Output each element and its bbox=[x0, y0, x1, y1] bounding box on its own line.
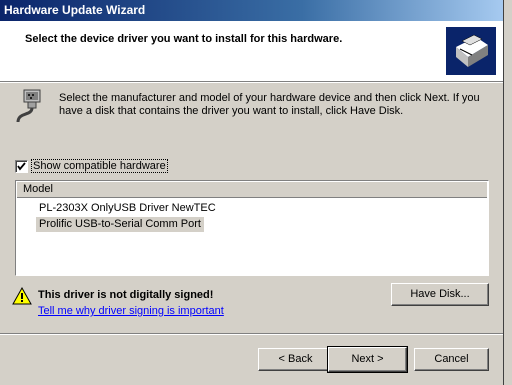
page-title: Select the device driver you want to ins… bbox=[25, 33, 343, 45]
back-button[interactable]: < Back bbox=[258, 348, 333, 371]
footer-divider bbox=[0, 333, 503, 335]
next-button[interactable]: Next > bbox=[327, 346, 408, 373]
model-column-header[interactable]: Model bbox=[17, 182, 487, 198]
show-compatible-checkbox[interactable] bbox=[15, 160, 28, 173]
model-listbox[interactable]: Model PL-2303X OnlyUSB Driver NewTEC Pro… bbox=[15, 180, 489, 276]
show-compatible-label[interactable]: Show compatible hardware bbox=[31, 159, 168, 173]
title-bar[interactable]: Hardware Update Wizard bbox=[0, 0, 503, 21]
have-disk-button[interactable]: Have Disk... bbox=[391, 283, 489, 306]
serial-plug-icon bbox=[12, 88, 46, 124]
warning-icon bbox=[12, 286, 32, 308]
driver-signing-link[interactable]: Tell me why driver signing is important bbox=[38, 305, 224, 317]
unsigned-driver-warning: This driver is not digitally signed! bbox=[38, 289, 214, 301]
wizard-window: Hardware Update Wizard Select the device… bbox=[0, 0, 504, 385]
list-item[interactable]: PL-2303X OnlyUSB Driver NewTEC bbox=[36, 201, 219, 216]
header-divider bbox=[0, 82, 503, 83]
window-title: Hardware Update Wizard bbox=[4, 3, 146, 17]
hardware-wizard-icon bbox=[446, 27, 496, 75]
list-item-selected[interactable]: Prolific USB-to-Serial Comm Port bbox=[36, 217, 204, 232]
checkmark-icon bbox=[17, 162, 26, 171]
instructions-text: Select the manufacturer and model of you… bbox=[59, 92, 480, 117]
wizard-header: Select the device driver you want to ins… bbox=[0, 21, 503, 82]
cancel-button[interactable]: Cancel bbox=[414, 348, 489, 371]
